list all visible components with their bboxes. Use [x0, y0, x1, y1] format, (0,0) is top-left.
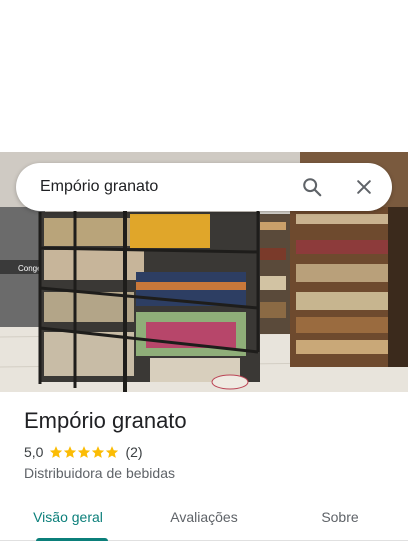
- search-query[interactable]: Empório granato: [40, 178, 292, 196]
- tab-about-label: Sobre: [321, 509, 359, 525]
- tab-about[interactable]: Sobre: [272, 494, 408, 540]
- rating-row[interactable]: 5,0 (2): [24, 444, 143, 460]
- search-button[interactable]: [292, 167, 332, 207]
- tab-reviews-label: Avaliações: [170, 509, 238, 525]
- rating-value: 5,0: [24, 444, 44, 460]
- star-icon: [64, 446, 77, 458]
- place-tabs: Visão geral Avaliações Sobre: [0, 494, 408, 541]
- clear-search-button[interactable]: [344, 167, 384, 207]
- star-icon: [50, 446, 63, 458]
- tab-reviews[interactable]: Avaliações: [136, 494, 272, 540]
- star-icon: [106, 446, 119, 458]
- tab-overview-label: Visão geral: [33, 509, 103, 525]
- star-rating: [49, 445, 119, 459]
- map-blank-area: [0, 0, 408, 152]
- tab-overview[interactable]: Visão geral: [0, 494, 136, 541]
- place-name: Empório granato: [24, 408, 187, 433]
- review-count[interactable]: (2): [125, 444, 142, 460]
- search-bar[interactable]: Empório granato: [16, 163, 392, 211]
- place-category: Distribuidora de bebidas: [24, 465, 175, 481]
- star-icon: [92, 446, 105, 458]
- star-icon: [78, 446, 91, 458]
- search-icon: [303, 178, 322, 197]
- close-icon: [357, 180, 371, 194]
